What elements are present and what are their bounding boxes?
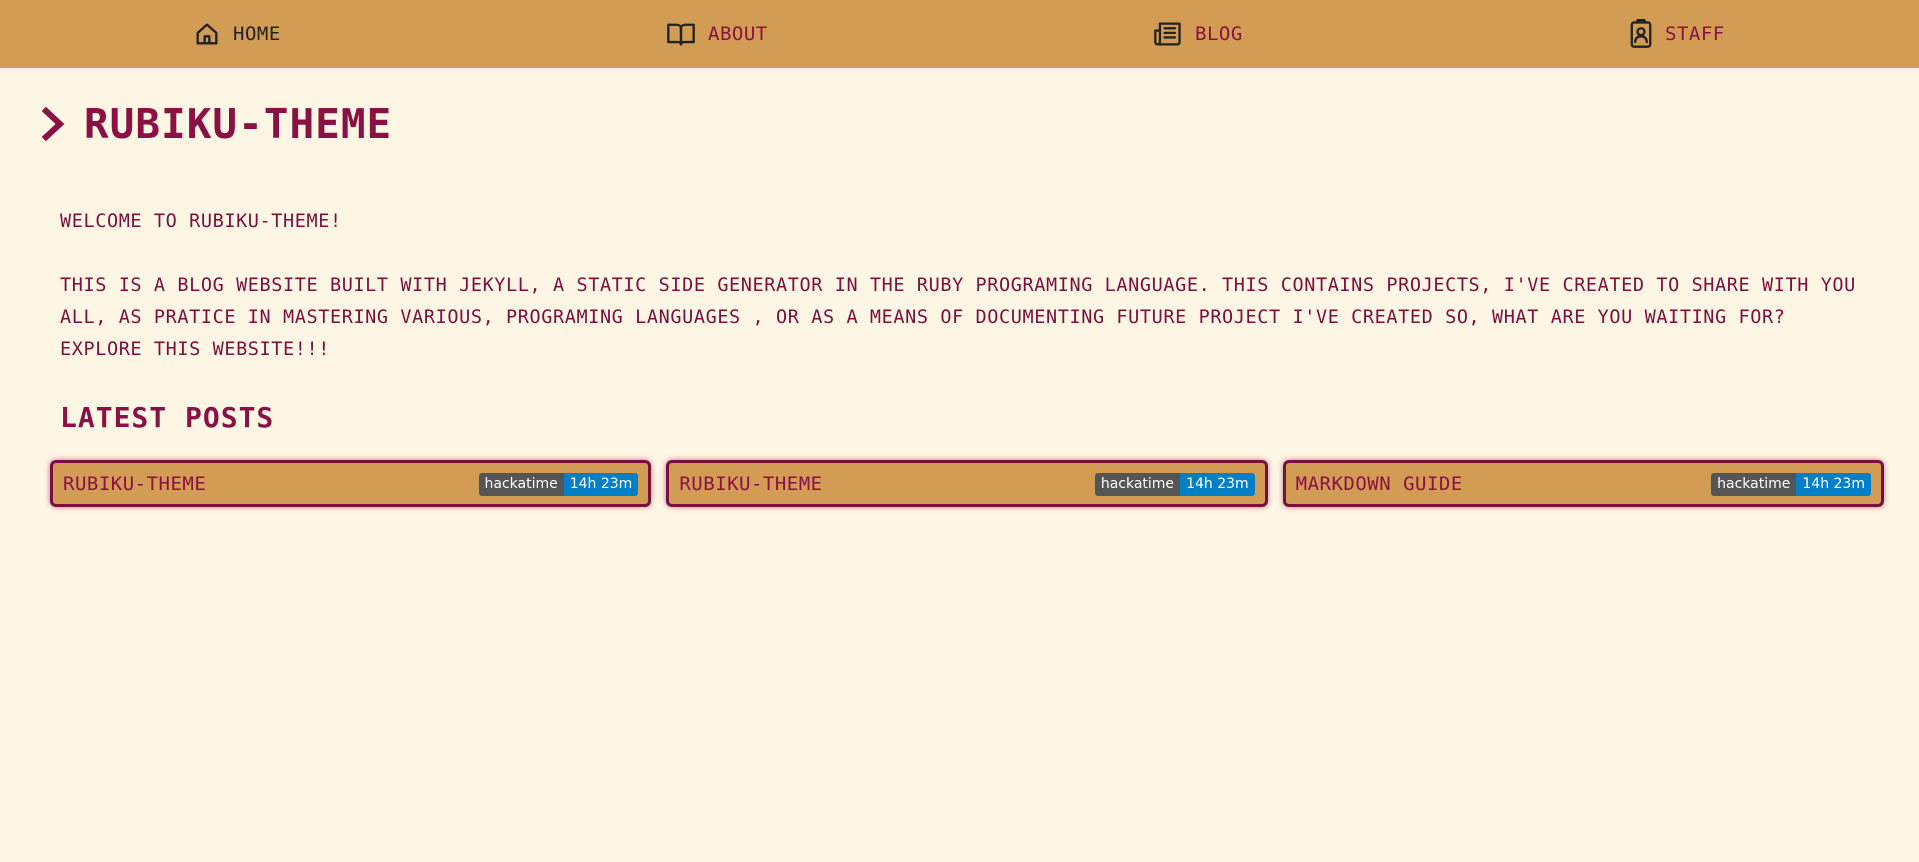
hackatime-badge: hackatime 14h 23m (478, 473, 639, 496)
post-title[interactable]: MARKDOWN GUIDE (1296, 473, 1463, 495)
newspaper-icon (1153, 20, 1183, 48)
page-title-text: RUBIKU-THEME (84, 100, 393, 148)
chevron-right-icon (42, 107, 66, 141)
page-title: RUBIKU-THEME (42, 100, 392, 148)
post-card[interactable]: RUBIKU-THEME hackatime 14h 23m (50, 460, 652, 507)
badge-value: 14h 23m (1180, 473, 1255, 496)
latest-posts-heading: LATEST POSTS (60, 401, 275, 434)
description-text: THIS IS A BLOG WEBSITE BUILT WITH JEKYLL… (60, 275, 1856, 360)
intro-section: WELCOME TO RUBIKU-THEME! THIS IS A BLOG … (60, 206, 1860, 366)
nav-home-link[interactable]: HOME (193, 0, 281, 68)
home-icon (193, 20, 221, 48)
badge-label: hackatime (478, 473, 564, 496)
nav-blog-label: BLOG (1195, 23, 1243, 45)
book-icon (666, 20, 696, 48)
badge-value: 14h 23m (563, 473, 639, 496)
post-card[interactable]: MARKDOWN GUIDE hackatime 14h 23m (1282, 460, 1884, 507)
badge-label: hackatime (1094, 473, 1181, 496)
post-title[interactable]: RUBIKU-THEME (63, 473, 206, 495)
post-card[interactable]: RUBIKU-THEME hackatime 14h 23m (666, 460, 1268, 507)
nav-staff-label: STAFF (1665, 23, 1725, 45)
id-badge-icon (1629, 19, 1653, 49)
post-title[interactable]: RUBIKU-THEME (679, 473, 822, 495)
nav-staff-link[interactable]: STAFF (1629, 0, 1725, 68)
nav-about-label: ABOUT (708, 23, 768, 45)
nav-home-label: HOME (233, 23, 281, 45)
posts-list: RUBIKU-THEME hackatime 14h 23m RUBIKU-TH… (50, 460, 1884, 507)
badge-label: hackatime (1711, 473, 1797, 496)
hackatime-badge: hackatime 14h 23m (1711, 473, 1871, 496)
top-navigation: HOME ABOUT BLOG STAFF (0, 0, 1919, 68)
badge-value: 14h 23m (1796, 473, 1871, 496)
nav-blog-link[interactable]: BLOG (1153, 0, 1243, 68)
hackatime-badge: hackatime 14h 23m (1094, 473, 1255, 496)
welcome-text: WELCOME TO RUBIKU-THEME! (60, 211, 342, 232)
nav-about-link[interactable]: ABOUT (666, 0, 768, 68)
